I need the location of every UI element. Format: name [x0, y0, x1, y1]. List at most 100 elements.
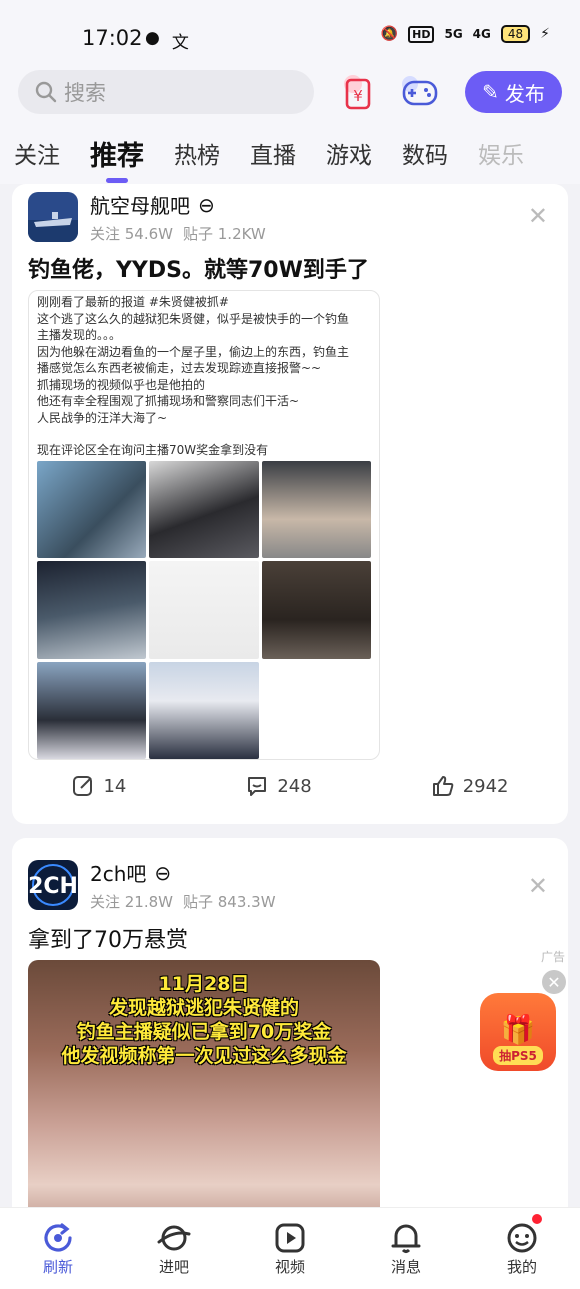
share-count: 14 [103, 775, 127, 797]
forum-name[interactable]: 航空母舰吧 [90, 190, 190, 219]
grid-photo [37, 661, 147, 759]
image-text-line: 主播发现的。。。 [37, 328, 122, 342]
nav-label: 视频 [274, 1258, 305, 1276]
comment-count: 248 [277, 775, 312, 797]
post-title[interactable]: 钓鱼佬，YYDS。就等70W到手了 [28, 252, 369, 284]
like-button[interactable]: 2942 [431, 774, 509, 798]
tab-digital[interactable]: 数码 [402, 136, 448, 170]
share-icon [73, 776, 93, 796]
ad-close-icon[interactable]: ✕ [542, 970, 566, 994]
status-right: 🔕 HD 5G 4G 48 ⚡ [381, 25, 550, 43]
nav-video[interactable]: 视频 [250, 1220, 330, 1277]
tab-live[interactable]: 直播 [250, 136, 296, 170]
image-text-line: 抓捕现场的视频似乎也是他拍的 [37, 377, 206, 392]
battery-icon: 48 [500, 25, 531, 43]
post-actions: 14 248 2942 [12, 774, 568, 798]
nav-profile[interactable]: 我的 [482, 1214, 562, 1277]
svg-text:¥: ¥ [353, 87, 363, 105]
notification-dot [532, 1214, 542, 1224]
forum-header[interactable]: 航空母舰吧 ⊖ 关注 54.6W 贴子 1.2KW [28, 190, 276, 244]
app-icon: 文 [171, 33, 189, 53]
grid-photo [37, 461, 147, 559]
grid-photo [149, 661, 259, 759]
image-text-line: 人民战争的汪洋大海了~ [37, 410, 168, 425]
hd-icon: HD [408, 25, 435, 43]
search-icon [35, 81, 57, 103]
video-caption: 11月28日 发现越狱逃犯朱贤健的 钓鱼主播疑似已拿到70万奖金 他发视频称第一… [28, 972, 380, 1068]
planet-icon: ⊖ [198, 192, 215, 217]
gift-icon: 🎁 [500, 1013, 536, 1046]
close-icon[interactable]: ✕ [528, 872, 548, 900]
charging-icon: ⚡ [540, 26, 550, 42]
signal-5g-icon: 5G [444, 27, 463, 41]
status-notif-icons: ● 文 [145, 28, 189, 53]
forum-header[interactable]: 2CH 2ch吧 ⊖ 关注 21.8W 贴子 843.3W [28, 858, 286, 912]
tab-entertainment[interactable]: 娱乐 [478, 136, 524, 170]
grid-photo [37, 561, 147, 659]
category-tabs: 关注 推荐 热榜 直播 游戏 数码 娱乐 [0, 122, 580, 184]
caption-line: 钓鱼主播疑似已拿到70万奖金 [76, 1021, 332, 1043]
tab-recommend[interactable]: 推荐 [90, 134, 144, 183]
nav-refresh[interactable]: 刷新 [18, 1220, 98, 1277]
mute-bell-icon: 🔕 [380, 26, 399, 42]
forum-name[interactable]: 2ch吧 [90, 858, 146, 887]
tab-games[interactable]: 游戏 [326, 136, 372, 170]
search-input[interactable]: 搜索 [18, 70, 314, 114]
ad-widget[interactable]: 🎁 抽PS5 [480, 993, 556, 1071]
status-time: 17:02 [82, 26, 143, 50]
forum-avatar[interactable]: 2CH [28, 860, 78, 910]
image-text-line: 他还有幸全程围观了抓捕现场和警察同志们干活~ [37, 394, 300, 408]
grid-photo [261, 461, 371, 559]
comment-icon [248, 777, 267, 796]
nav-label: 进吧 [158, 1258, 189, 1276]
image-text-line: 现在评论区全在询问主播70W奖金拿到没有 [37, 443, 269, 457]
caption-line: 发现越狱逃犯朱贤健的 [108, 997, 299, 1019]
grid-photo [261, 661, 371, 759]
post-image[interactable]: 刚刚看了最新的报道 #朱贤健被抓# 这个逃了这么久的越狱犯朱贤健，似乎是被快手的… [28, 290, 380, 760]
grid-photo [149, 561, 259, 659]
grid-photo [261, 561, 371, 659]
play-icon [275, 1223, 305, 1253]
tab-hot[interactable]: 热榜 [174, 136, 220, 170]
search-placeholder: 搜索 [64, 81, 106, 105]
post-card[interactable]: 航空母舰吧 ⊖ 关注 54.6W 贴子 1.2KW ✕ 钓鱼佬，YYDS。就等70W… [12, 184, 568, 824]
image-text-line: 播感觉怎么东西老被偷走，过去发现踪迹直接报警~~ [37, 361, 322, 375]
ad-badge: 抽PS5 [493, 1046, 543, 1065]
ad-label: 广告 [541, 950, 566, 964]
signal-4g-icon: 4G [472, 27, 491, 41]
image-grid [37, 461, 371, 759]
nav-messages[interactable]: 消息 [366, 1220, 446, 1277]
nav-label: 我的 [506, 1258, 537, 1276]
like-count: 2942 [462, 775, 509, 797]
caption-line: 他发视频称第一次见过这么多现金 [61, 1045, 347, 1067]
forum-followers: 关注 54.6W [90, 225, 173, 243]
publish-label: 发布 [504, 81, 545, 106]
image-text-line: 因为他躲在湖边看鱼的一个屋子里，偷边上的东西，钓鱼主 [37, 344, 350, 359]
bell-icon [391, 1224, 421, 1253]
close-icon[interactable]: ✕ [528, 202, 548, 230]
nav-label: 刷新 [42, 1258, 73, 1276]
grid-photo [149, 461, 259, 559]
bottom-nav: 刷新 进吧 视频 消息 我的 [0, 1207, 580, 1289]
wechat-icon: ● [145, 28, 160, 48]
red-packet-icon[interactable]: ¥ [338, 70, 378, 114]
nav-forums[interactable]: 进吧 [134, 1220, 214, 1277]
post-title[interactable]: 拿到了70万悬赏 [28, 922, 188, 954]
image-text-line: 这个逃了这么久的越狱犯朱贤健，似乎是被快手的一个钓鱼 [37, 311, 350, 326]
caption-line: 11月28日 [158, 973, 250, 995]
forum-posts: 贴子 1.2KW [183, 225, 266, 243]
gamepad-icon[interactable] [400, 70, 440, 114]
thumbs-up-icon [432, 776, 454, 796]
share-button[interactable]: 14 [71, 774, 126, 798]
comment-button[interactable]: 248 [245, 774, 312, 798]
publish-button[interactable]: ✎ 发布 [465, 71, 562, 113]
forum-posts: 贴子 843.3W [183, 893, 276, 911]
planet-icon: ⊖ [154, 860, 172, 885]
svg-text:2CH: 2CH [28, 874, 78, 899]
nav-label: 消息 [390, 1258, 421, 1276]
forum-avatar[interactable] [28, 192, 78, 242]
image-text-line [37, 426, 371, 442]
smiley-icon [507, 1223, 537, 1253]
status-bar: 17:02 ● 文 🔕 HD 5G 4G 48 ⚡ [0, 0, 580, 56]
tab-follow[interactable]: 关注 [14, 136, 60, 170]
